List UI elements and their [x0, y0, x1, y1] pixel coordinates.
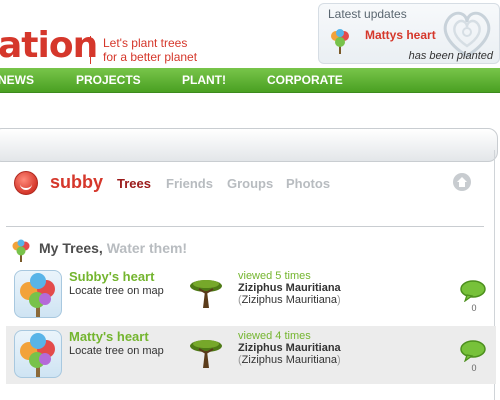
speech-bubble-icon[interactable]	[459, 280, 487, 302]
tab-trees[interactable]: Trees	[117, 176, 151, 191]
tab-groups[interactable]: Groups	[227, 176, 273, 191]
main-nav: NEWS PROJECTS PLANT! CORPORATE	[0, 68, 500, 93]
speech-bubble-icon[interactable]	[459, 340, 487, 362]
tagline: Let's plant trees for a better planet	[90, 36, 197, 64]
tree-icon	[20, 273, 55, 317]
tree-name-link[interactable]: Subby's heart	[69, 269, 154, 284]
comment-count: 0	[471, 363, 477, 373]
tagline-line-2: for a better planet	[103, 50, 198, 64]
section-subtitle: Water them!	[106, 240, 188, 256]
tree-icon	[20, 333, 55, 377]
locate-tree-link[interactable]: Locate tree on map	[69, 285, 164, 297]
acacia-tree-icon	[190, 340, 222, 368]
section-title: My Trees, Water them!	[39, 240, 187, 256]
species-name: Ziziphus Mauritiana	[238, 342, 341, 354]
tagline-line-1: Let's plant trees	[103, 36, 188, 50]
latest-updates-box: Latest updates Mattys heart has been pla…	[318, 3, 500, 64]
tree-thumbnail[interactable]	[14, 270, 62, 318]
latest-update-tree-name[interactable]: Mattys heart	[365, 28, 436, 42]
species-scientific-name: Ziziphus Mauritiana	[241, 294, 338, 306]
acacia-tree-icon	[190, 280, 222, 308]
locate-tree-link[interactable]: Locate tree on map	[69, 345, 164, 357]
species-scientific-name: Ziziphus Mauritiana	[241, 354, 338, 366]
latest-updates-title: Latest updates	[328, 7, 407, 21]
view-count: viewed 4 times	[238, 330, 311, 342]
profile-username[interactable]: subby	[50, 172, 103, 193]
home-icon[interactable]	[453, 173, 471, 191]
divider	[6, 226, 484, 227]
tree-thumbnail[interactable]	[14, 330, 62, 378]
nav-corporate[interactable]: CORPORATE	[267, 73, 343, 87]
tab-friends[interactable]: Friends	[166, 176, 213, 191]
view-count: viewed 5 times	[238, 270, 311, 282]
tab-photos[interactable]: Photos	[286, 176, 330, 191]
site-logo[interactable]: ation	[0, 25, 98, 66]
logo-text: ation	[0, 25, 98, 66]
profile-panel-header	[0, 128, 498, 162]
section-title-main: My Trees,	[39, 240, 103, 256]
nav-news[interactable]: NEWS	[0, 73, 34, 87]
site-header: ation Let's plant trees for a better pla…	[0, 0, 500, 68]
tree-name-link[interactable]: Matty's heart	[69, 329, 149, 344]
species-name: Ziziphus Mauritiana	[238, 282, 341, 294]
tree-row: Matty's heart Locate tree on map viewed …	[6, 326, 496, 384]
tree-icon	[12, 239, 30, 262]
nav-plant[interactable]: PLANT!	[182, 73, 226, 87]
nav-projects[interactable]: PROJECTS	[76, 73, 141, 87]
species-scientific: (Ziziphus Mauritiana)	[238, 354, 341, 366]
tree-row: Subby's heart Locate tree on map viewed …	[6, 266, 496, 324]
comment-count: 0	[471, 303, 477, 313]
species-scientific: (Ziziphus Mauritiana)	[238, 294, 341, 306]
smiley-avatar-icon	[14, 171, 38, 195]
latest-update-status: has been planted	[408, 50, 493, 62]
tree-icon	[331, 29, 349, 54]
